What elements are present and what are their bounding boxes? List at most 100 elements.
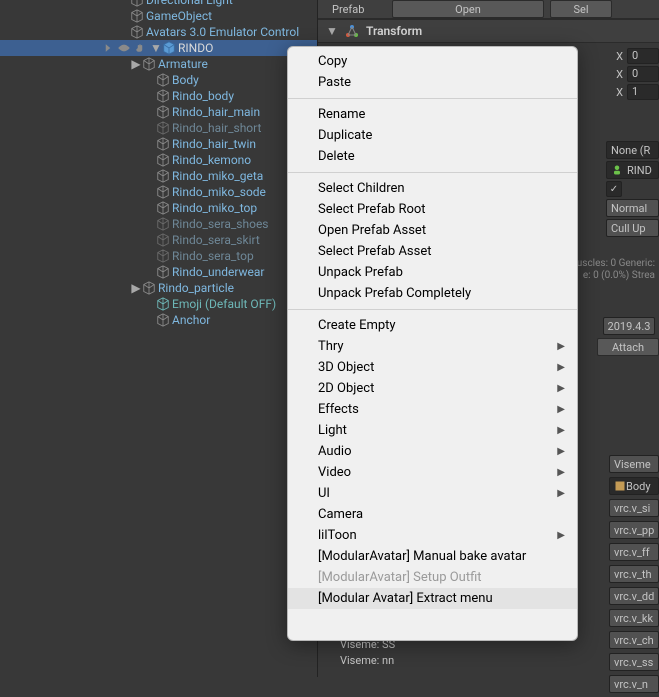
normal-dropdown[interactable]: Normal: [606, 199, 659, 217]
transform-icon: [344, 23, 360, 39]
hierarchy-item[interactable]: GameObject: [0, 8, 317, 24]
eye-icon[interactable]: [118, 42, 130, 54]
hierarchy-item-label: Rindo_body: [172, 88, 234, 104]
viseme-body-field[interactable]: Body: [609, 477, 659, 495]
scale-x[interactable]: 1: [627, 84, 659, 100]
transform-header[interactable]: ▼ Transform: [318, 19, 659, 43]
hierarchy-item[interactable]: Rindo_sera_skirt: [0, 232, 317, 248]
avatar-none-field[interactable]: None (R: [606, 141, 659, 159]
hierarchy-item[interactable]: Rindo_hair_main: [0, 104, 317, 120]
submenu-arrow-icon: ▶: [557, 341, 565, 352]
viseme-dropdown[interactable]: vrc.v_th: [609, 565, 659, 583]
prefab-open-button[interactable]: Open: [392, 0, 544, 18]
hierarchy-item-selected[interactable]: ▼ RINDO: [0, 40, 317, 56]
menu-item[interactable]: Copy: [288, 51, 577, 72]
menu-item[interactable]: Paste: [288, 72, 577, 93]
hierarchy-item[interactable]: Rindo_underwear: [0, 264, 317, 280]
menu-item[interactable]: Open Prefab Asset: [288, 220, 577, 241]
menu-item[interactable]: Select Prefab Root: [288, 199, 577, 220]
viseme-dropdown[interactable]: vrc.v_ff: [609, 543, 659, 561]
hierarchy-item-label: Rindo_sera_skirt: [172, 232, 260, 248]
menu-item[interactable]: 2D Object ▶: [288, 378, 577, 399]
menu-item[interactable]: Rename: [288, 104, 577, 125]
viseme-dropdown[interactable]: vrc.v_dd: [609, 587, 659, 605]
foldout-icon[interactable]: ▶: [130, 282, 142, 294]
hierarchy-item[interactable]: Rindo_kemono: [0, 152, 317, 168]
menu-item[interactable]: Delete: [288, 146, 577, 167]
foldout-icon[interactable]: ▶: [130, 58, 142, 70]
prefab-select-button[interactable]: Sel: [550, 0, 612, 18]
rotation-x[interactable]: 0: [627, 66, 659, 82]
foldout-icon[interactable]: ▼: [326, 25, 338, 37]
hierarchy-item-label: RINDO: [178, 40, 213, 56]
hierarchy-item[interactable]: ▶ Armature: [0, 56, 317, 72]
prefab-label: Prefab: [332, 3, 392, 16]
hierarchy-item[interactable]: Rindo_miko_geta: [0, 168, 317, 184]
menu-item[interactable]: Audio ▶: [288, 441, 577, 462]
menu-item[interactable]: Select Children: [288, 178, 577, 199]
viseme-dropdown[interactable]: vrc.v_ss: [609, 653, 659, 671]
hierarchy-item[interactable]: Rindo_hair_short: [0, 120, 317, 136]
position-x[interactable]: 0: [627, 48, 659, 64]
hierarchy-item[interactable]: Body: [0, 72, 317, 88]
menu-item-label: lilToon: [318, 528, 357, 543]
hierarchy-item[interactable]: Rindo_sera_shoes: [0, 216, 317, 232]
viseme-dropdown[interactable]: vrc.v_n: [609, 675, 659, 693]
menu-item-label: [ModularAvatar] Setup Outfit: [318, 570, 482, 585]
menu-item: [ModularAvatar] Setup Outfit: [288, 567, 577, 588]
viseme-dropdown[interactable]: vrc.v_ch: [609, 631, 659, 649]
hand-icon[interactable]: [134, 42, 146, 54]
hierarchy-item[interactable]: Rindo_hair_twin: [0, 136, 317, 152]
menu-item[interactable]: Thry ▶: [288, 336, 577, 357]
menu-item[interactable]: 3D Object ▶: [288, 357, 577, 378]
hierarchy-item[interactable]: Emoji (Default OFF): [0, 296, 317, 312]
menu-item[interactable]: Unpack Prefab: [288, 262, 577, 283]
menu-item[interactable]: Light ▶: [288, 420, 577, 441]
hierarchy-item[interactable]: ▶ Rindo_particle: [0, 280, 317, 296]
menu-item-label: Create Empty: [318, 318, 396, 333]
viseme-dropdown[interactable]: vrc.v_kk: [609, 609, 659, 627]
avatar-label: RIND: [627, 164, 652, 177]
menu-item[interactable]: Unpack Prefab Completely: [288, 283, 577, 304]
hierarchy-item-label: Rindo_underwear: [172, 264, 264, 280]
unity-version-field[interactable]: 2019.4.3: [603, 317, 655, 335]
foldout-icon[interactable]: ▼: [150, 42, 162, 54]
hierarchy-item[interactable]: Rindo_miko_sode: [0, 184, 317, 200]
gameobject-icon: [156, 105, 170, 119]
avatar-rindo-field[interactable]: RIND: [606, 161, 659, 179]
context-menu: Copy Paste Rename Duplicate Delete Selec…: [287, 46, 578, 641]
viseme-dropdown[interactable]: vrc.v_si: [609, 499, 659, 517]
menu-item[interactable]: [ModularAvatar] Manual bake avatar: [288, 546, 577, 567]
menu-item[interactable]: Effects ▶: [288, 399, 577, 420]
hierarchy-item[interactable]: Directional Light: [0, 0, 317, 8]
chevron-right-icon[interactable]: [102, 42, 114, 54]
hierarchy-item[interactable]: Rindo_body: [0, 88, 317, 104]
menu-item[interactable]: Video ▶: [288, 462, 577, 483]
avatar-icon: [611, 164, 623, 176]
hierarchy-item[interactable]: Anchor: [0, 312, 317, 328]
menu-item[interactable]: Camera: [288, 504, 577, 525]
menu-item[interactable]: Create Empty: [288, 315, 577, 336]
menu-separator: [288, 98, 577, 99]
gameobject-icon: [156, 185, 170, 199]
viseme-dropdown[interactable]: Viseme: [609, 455, 659, 473]
prefab-icon: [162, 41, 176, 55]
gameobject-icon: [156, 265, 170, 279]
menu-item[interactable]: Duplicate: [288, 125, 577, 146]
cull-dropdown[interactable]: Cull Up: [606, 219, 659, 237]
menu-item[interactable]: UI ▶: [288, 483, 577, 504]
hierarchy-item[interactable]: Rindo_miko_top: [0, 200, 317, 216]
attach-button[interactable]: Attach: [597, 338, 659, 356]
menu-item[interactable]: lilToon ▶: [288, 525, 577, 546]
hierarchy-item[interactable]: Rindo_sera_top: [0, 248, 317, 264]
menu-item-label: 2D Object: [318, 381, 374, 396]
menu-item[interactable]: Select Prefab Asset: [288, 241, 577, 262]
hierarchy-item[interactable]: Avatars 3.0 Emulator Control: [0, 24, 317, 40]
menu-separator: [288, 309, 577, 310]
prefab-bar: Prefab Open Sel: [318, 0, 659, 19]
viseme-dropdown[interactable]: vrc.v_pp: [609, 521, 659, 539]
gameobject-icon: [130, 9, 144, 23]
menu-item[interactable]: [Modular Avatar] Extract menu: [288, 588, 577, 609]
checkbox[interactable]: ✓: [606, 181, 622, 197]
submenu-arrow-icon: ▶: [557, 467, 565, 478]
